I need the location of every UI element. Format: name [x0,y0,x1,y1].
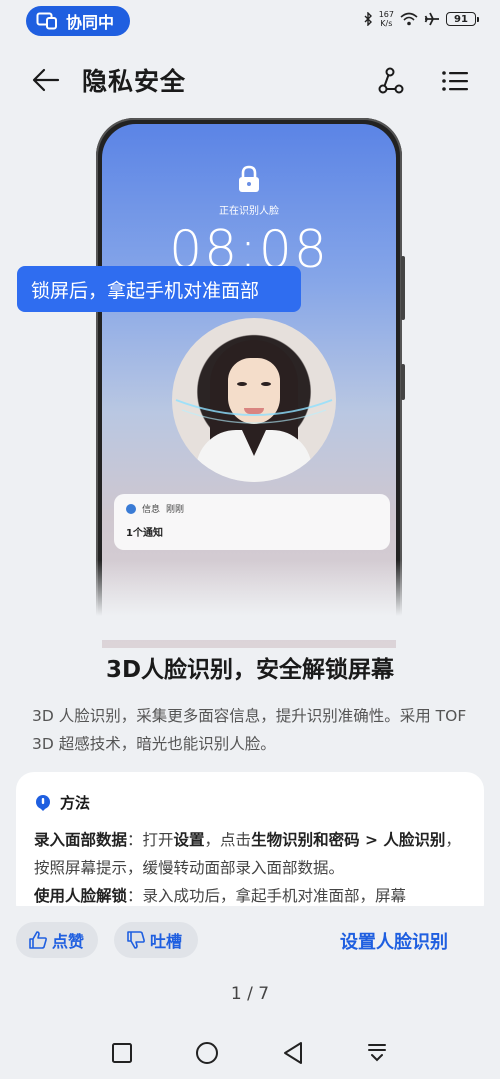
notification-app-name: 信息 [142,505,161,515]
share-icon [378,67,404,94]
home-button[interactable] [192,1038,222,1068]
bluetooth-icon [364,12,372,26]
feature-description: 3D 人脸识别，采集更多面容信息，提升识别准确性。采用 TOF 3D 超感技术，… [32,707,467,753]
feature-title: 3D人脸识别，安全解锁屏幕 [105,657,395,683]
list-menu-icon [442,71,468,91]
notification-time: 刚刚 [166,505,185,515]
wifi-icon [400,12,418,26]
multi-device-icon [36,12,57,30]
instruction-tooltip: 锁屏后，拿起手机对准面部 [17,266,301,312]
thumbs-up-icon [29,931,47,949]
step1-text-c: ，点击 [204,831,252,849]
network-speed-value: 167 [378,10,394,19]
collaboration-pill[interactable]: 协同中 [26,6,130,36]
back-button[interactable] [28,64,64,96]
message-app-icon [126,503,136,514]
face-scan-arc [175,399,333,424]
method-card: 方法 录入面部数据：打开设置，点击生物识别和密码 > 人脸识别，按照屏幕提示，缓… [16,772,484,922]
method-heading: 方法 [34,792,90,813]
phone-volume-button [401,256,405,320]
phone-power-button [401,364,405,400]
step2-title: 使用人脸解锁 [34,887,128,905]
step2-text: ：录入成功后，拿起手机对准面部，屏幕 [127,887,407,905]
setup-face-recognition-link[interactable]: 设置人脸识别 [340,928,448,954]
lock-icon [239,165,259,192]
collaboration-label: 协同中 [66,13,115,32]
like-button[interactable]: 点赞 [16,922,98,958]
face-recognizing-text: 正在识别人脸 [219,206,279,217]
feature-illustration: 正在识别人脸 08:08 信息 刚刚 1个通知 锁屏后，拿起手机对准面部 [0,112,500,648]
feedback-label: 吐槽 [150,932,183,951]
menu-button[interactable] [438,64,472,98]
like-label: 点赞 [52,932,85,951]
back-nav-button[interactable] [278,1038,308,1068]
tip-bulb-icon [36,794,50,811]
battery-indicator: 91 [446,12,479,26]
triangle-back-icon [284,1042,302,1064]
step1-text-a: ：打开 [127,831,174,849]
page-indicator: 1 / 7 [230,984,270,1004]
square-recents-icon [112,1043,132,1063]
step1-title: 录入面部数据 [34,831,128,849]
step1-settings: 设置 [173,831,205,849]
page-title: 隐私安全 [82,67,187,96]
illustration-fade [0,560,500,640]
notification-shade-button[interactable] [362,1038,392,1068]
circle-home-icon [196,1042,218,1064]
network-speed-unit: K/s [380,19,393,28]
method-heading-label: 方法 [60,794,91,812]
share-button[interactable] [374,64,408,98]
method-steps: 录入面部数据：打开设置，点击生物识别和密码 > 人脸识别，按照屏幕提示，缓慢转动… [34,826,470,910]
notification-card: 信息 刚刚 1个通知 [114,494,390,550]
network-speed: 167 K/s [379,10,394,28]
feedback-button[interactable]: 吐槽 [114,922,198,958]
airplane-mode-icon [424,12,439,26]
recents-button[interactable] [107,1038,137,1068]
status-icons: 167 K/s 91 [363,10,479,28]
pull-down-icon [368,1044,386,1062]
status-bar: 协同中 167 K/s 91 [0,0,500,40]
notification-body: 1个通知 [126,528,163,539]
thumbs-down-icon [127,931,145,949]
app-header: 隐私安全 [0,50,500,110]
step1-path: 生物识别和密码 > 人脸识别 [251,831,446,849]
back-arrow-icon [32,68,60,92]
action-bar: 点赞 吐槽 设置人脸识别 [0,906,500,972]
system-nav-bar [0,1030,500,1076]
